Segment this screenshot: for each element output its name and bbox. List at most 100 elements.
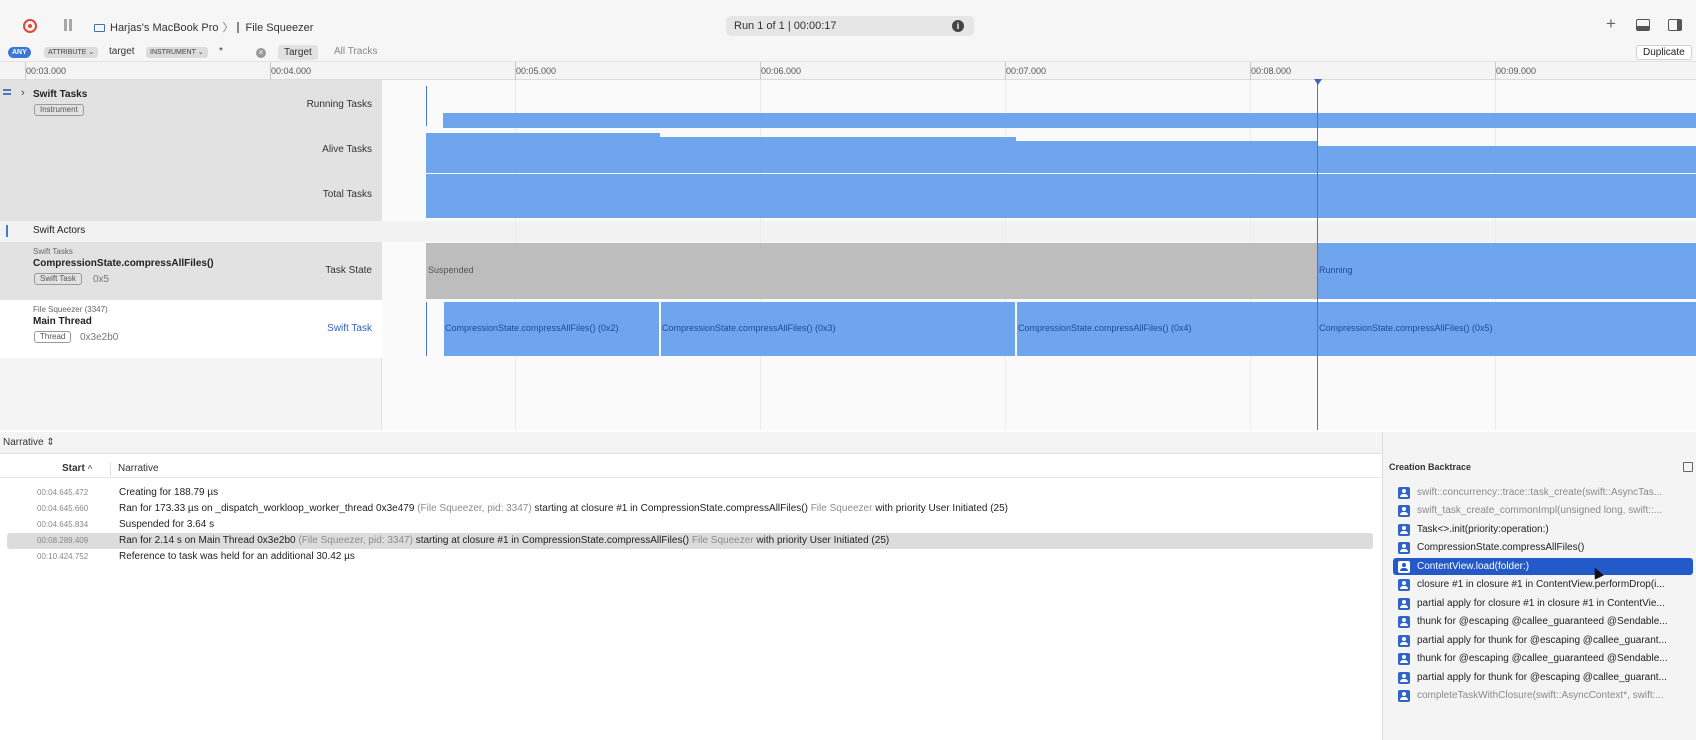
segment-label: CompressionState.compressAllFiles() (0x4… [1018, 323, 1192, 333]
attribute-token[interactable]: ATTRIBUTE ⌄ [44, 47, 99, 58]
column-divider[interactable] [110, 462, 111, 476]
swift-task-segment[interactable]: CompressionState.compressAllFiles() (0x3… [661, 302, 1015, 356]
device-selector[interactable]: Harjas's MacBook Pro 〉 File Squeezer [94, 19, 313, 35]
backtrace-frame[interactable]: partial apply for thunk for @escaping @c… [1393, 632, 1693, 649]
row-text: Ran for 2.14 s on Main Thread 0x3e2b0 (F… [119, 535, 890, 546]
task-state-suspended[interactable]: Suspended [426, 243, 1317, 299]
user-frame-icon [1398, 690, 1410, 702]
user-frame-icon [1398, 598, 1410, 610]
add-icon[interactable]: + [1606, 14, 1616, 34]
right-panel-toggle-icon[interactable] [1668, 19, 1682, 31]
narrative-row[interactable]: 00:10.424.752 Reference to task was held… [7, 549, 1373, 565]
row-text: Creating for 188.79 µs [119, 487, 219, 498]
user-frame-icon [1398, 487, 1410, 499]
backtrace-frame[interactable]: partial apply for thunk for @escaping @c… [1393, 669, 1693, 686]
instrument-value[interactable]: * [219, 46, 223, 57]
any-token[interactable]: ANY [8, 47, 31, 58]
playhead-handle-icon[interactable] [1314, 79, 1322, 85]
backtrace-frame[interactable]: thunk for @escaping @callee_guaranteed @… [1393, 650, 1693, 667]
track-title: CompressionState.compressAllFiles() [33, 258, 214, 269]
chevron-right-icon[interactable]: › [21, 87, 25, 99]
thread-id: 0x3e2b0 [80, 332, 119, 343]
record-icon[interactable] [23, 19, 37, 33]
pause-icon[interactable] [63, 19, 73, 32]
alive-tasks-bar[interactable] [1016, 141, 1318, 173]
backtrace-title: Creation Backtrace [1389, 462, 1472, 472]
all-tracks-button[interactable]: All Tracks [334, 46, 377, 57]
info-icon[interactable]: i [952, 20, 964, 32]
time-ruler[interactable]: 00:03.000 00:04.000 00:05.000 00:06.000 … [0, 62, 1696, 80]
laptop-icon [94, 24, 105, 32]
ruler-tick: 00:06.000 [760, 62, 801, 80]
creation-backtrace-panel: Creation Backtrace swift::concurrency::t… [1382, 432, 1696, 740]
backtrace-frame[interactable]: partial apply for closure #1 in closure … [1393, 595, 1693, 612]
swift-tasks-header[interactable]: › Swift Tasks Instrument Running Tasks A… [0, 80, 382, 221]
alive-tasks-bar[interactable] [660, 137, 1016, 173]
swift-task-segment[interactable]: CompressionState.compressAllFiles() (0x2… [444, 302, 659, 356]
task-state-running[interactable]: Running [1318, 243, 1696, 299]
user-frame-icon [1398, 653, 1410, 665]
clear-filter-icon[interactable]: × [256, 48, 266, 58]
ruler-tick: 00:03.000 [25, 62, 66, 80]
thread-badge[interactable]: Thread [34, 331, 72, 343]
backtrace-frame[interactable]: swift::concurrency::trace::task_create(s… [1393, 484, 1693, 501]
narrative-row[interactable]: 00:04.645.472 Creating for 188.79 µs [7, 485, 1373, 501]
backtrace-frame-selected[interactable]: ContentView.load(folder:) [1393, 558, 1693, 575]
target-button[interactable]: Target [278, 45, 318, 60]
narrative-column-header-label[interactable]: Narrative [118, 463, 159, 474]
empty-track-area [0, 358, 382, 430]
track-subtitle: File Squeezer (3347) [33, 305, 108, 314]
user-frame-icon [1398, 616, 1410, 628]
narrative-row[interactable]: 00:04.645.834 Suspended for 3.64 s [7, 517, 1373, 533]
backtrace-frame[interactable]: swift_task_create_commonImpl(unsigned lo… [1393, 502, 1693, 519]
segment-label: CompressionState.compressAllFiles() (0x5… [1319, 323, 1493, 333]
segment-label: CompressionState.compressAllFiles() (0x3… [662, 323, 836, 333]
swift-task-segment[interactable]: CompressionState.compressAllFiles() (0x5… [1318, 302, 1696, 356]
attribute-value[interactable]: target [109, 46, 135, 57]
lane-label-task-state: Task State [325, 265, 372, 276]
narrative-selector[interactable]: Narrative ⇕ [3, 437, 55, 448]
alive-tasks-bar[interactable] [1318, 146, 1696, 173]
row-time: 00:04.645.660 [37, 504, 89, 513]
lane-label-running: Running Tasks [306, 99, 372, 110]
user-frame-icon [1398, 505, 1410, 517]
ruler-tick: 00:05.000 [515, 62, 556, 80]
alive-tasks-bar[interactable] [426, 133, 660, 173]
instrument-badge: Instrument [34, 104, 84, 116]
swift-task-badge: Swift Task [34, 273, 82, 285]
swift-actors-header[interactable]: Swift Actors [0, 221, 382, 242]
main-thread-header[interactable]: File Squeezer (3347) Main Thread Thread … [0, 300, 382, 358]
track-title: Main Thread [33, 316, 92, 327]
user-frame-icon [1398, 561, 1410, 573]
swift-task-start-marker [426, 302, 427, 356]
start-column-header[interactable]: Start ^ [62, 463, 92, 474]
instrument-token[interactable]: INSTRUMENT ⌄ [146, 47, 208, 58]
track-subtitle: Swift Tasks [33, 247, 73, 256]
backtrace-frame[interactable]: Task<>.init(priority:operation:) [1393, 521, 1693, 538]
segment-label: Running [1319, 265, 1353, 275]
row-time: 00:04.645.834 [37, 520, 89, 529]
task-id: 0x5 [93, 274, 110, 285]
lane-label-alive: Alive Tasks [322, 144, 372, 155]
playhead[interactable] [1317, 80, 1318, 430]
sort-ascending-icon: ^ [87, 464, 93, 473]
row-time: 00:04.645.472 [37, 488, 89, 497]
bottom-panel-toggle-icon[interactable] [1636, 19, 1650, 31]
run-status[interactable]: Run 1 of 1 | 00:00:17 i [726, 16, 974, 36]
expand-icon[interactable] [1683, 462, 1693, 472]
running-tasks-bar[interactable] [443, 113, 1696, 128]
narrative-row-selected[interactable]: 00:08.289.409 Ran for 2.14 s on Main Thr… [7, 533, 1373, 549]
row-text: Ran for 173.33 µs on _dispatch_workloop_… [119, 503, 1009, 514]
swift-task-segment[interactable]: CompressionState.compressAllFiles() (0x4… [1017, 302, 1317, 356]
total-tasks-bar[interactable] [426, 174, 1696, 218]
narrative-row[interactable]: 00:04.645.660 Ran for 173.33 µs on _disp… [7, 501, 1373, 517]
row-text: Reference to task was held for an additi… [119, 551, 355, 562]
backtrace-frame[interactable]: closure #1 in closure #1 in ContentView.… [1393, 576, 1693, 593]
chevron-right-icon: 〉 [222, 22, 234, 34]
backtrace-frame[interactable]: completeTaskWithClosure(swift::AsyncCont… [1393, 687, 1693, 704]
backtrace-frame[interactable]: CompressionState.compressAllFiles() [1393, 539, 1693, 556]
track-title: Swift Actors [33, 225, 86, 236]
backtrace-frame[interactable]: thunk for @escaping @callee_guaranteed @… [1393, 613, 1693, 630]
duplicate-button[interactable]: Duplicate [1636, 45, 1692, 60]
task-state-header[interactable]: Swift Tasks CompressionState.compressAll… [0, 242, 382, 300]
